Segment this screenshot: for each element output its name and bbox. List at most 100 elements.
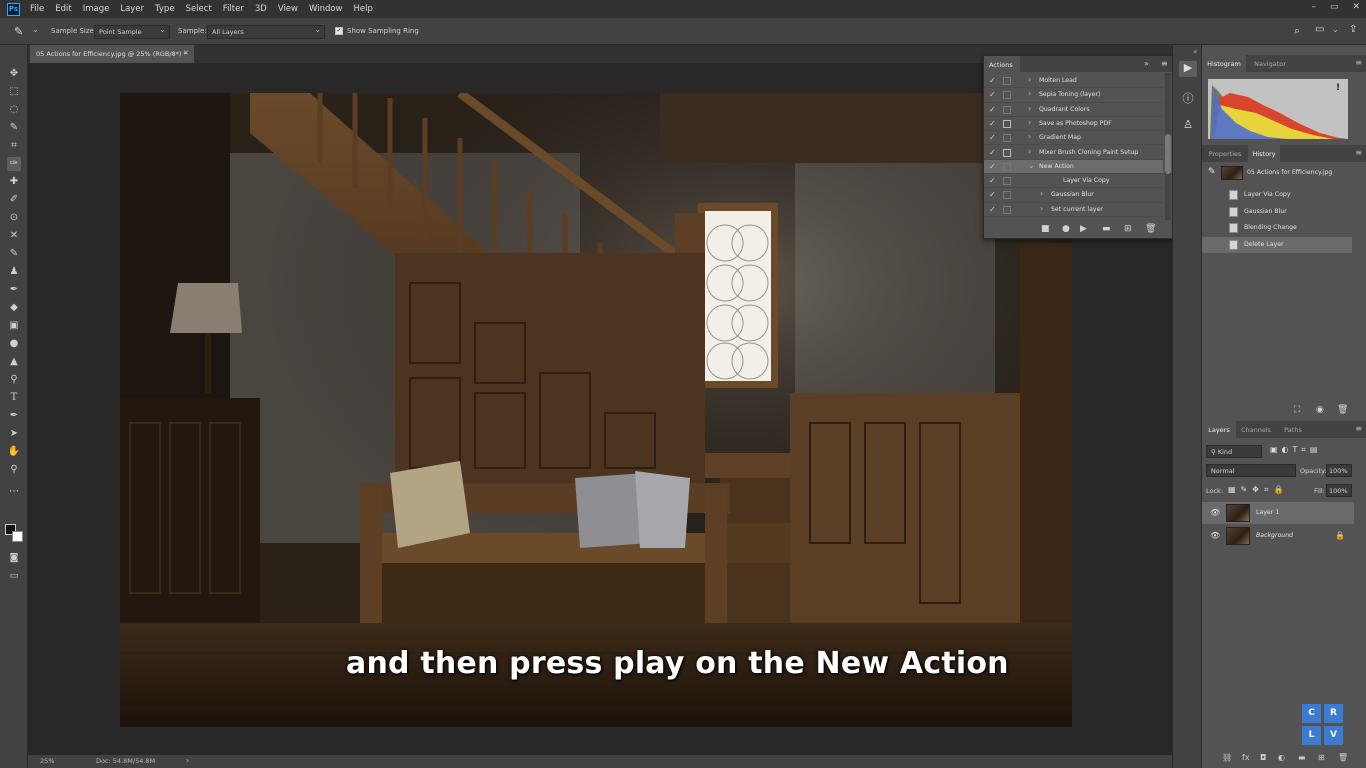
workspace-chevron-icon[interactable]: ⌄ — [1332, 25, 1339, 34]
expand-chevron-icon[interactable]: › — [1040, 189, 1043, 198]
status-menu-chevron-icon[interactable]: › — [186, 756, 189, 765]
menu-edit[interactable]: Edit — [55, 4, 71, 14]
layer-mask-icon[interactable]: ◘ — [1260, 753, 1266, 762]
dialog-toggle[interactable] — [1003, 191, 1011, 200]
histogram-menu-icon[interactable]: ≡ — [1355, 58, 1362, 67]
group-folder-icon[interactable]: ▬ — [1298, 753, 1306, 762]
path-selection-tool-icon[interactable]: ➤ — [7, 427, 21, 441]
collapse-panel-icon[interactable]: » — [1144, 59, 1149, 68]
dialog-toggle[interactable] — [1003, 119, 1011, 128]
menu-type[interactable]: Type — [155, 4, 175, 14]
expand-chevron-icon[interactable]: › — [1040, 204, 1043, 213]
actions-play-icon[interactable]: ▶ — [1179, 61, 1197, 77]
sharpen-tool-icon[interactable]: ▲ — [7, 355, 21, 369]
history-state[interactable]: Gaussian Blur — [1202, 204, 1352, 221]
expand-strip-icon[interactable]: « — [1193, 48, 1197, 56]
menu-window[interactable]: Window — [309, 4, 343, 14]
share-icon[interactable]: ⇪ — [1349, 24, 1357, 35]
visibility-eye-icon[interactable]: 👁 — [1210, 508, 1220, 517]
action-enabled-check-icon[interactable]: ✓ — [989, 176, 996, 185]
opacity-input[interactable]: 100% — [1326, 464, 1352, 477]
action-enabled-check-icon[interactable]: ✓ — [989, 105, 996, 114]
search-icon[interactable]: ⌕ — [1294, 24, 1300, 38]
dialog-toggle[interactable] — [1003, 162, 1011, 171]
tool-preset-chevron-icon[interactable]: ⌄ — [32, 25, 39, 34]
action-enabled-check-icon[interactable]: ✓ — [989, 190, 996, 199]
link-layers-icon[interactable]: ⛓ — [1222, 753, 1232, 762]
history-brush-source-icon[interactable]: ✎ — [1208, 167, 1216, 177]
dialog-toggle[interactable] — [1003, 77, 1011, 85]
brush-tool-icon[interactable]: ✐ — [7, 193, 21, 207]
zoom-tool-icon[interactable]: ⚲ — [7, 463, 21, 477]
crop-tool-icon[interactable]: ⌗ — [7, 139, 21, 153]
lock-icon[interactable]: 🔒 — [1335, 531, 1345, 540]
hand-tool-icon[interactable]: ✋ — [7, 445, 21, 459]
visibility-eye-icon[interactable]: 👁 — [1210, 531, 1220, 540]
expand-chevron-icon[interactable]: › — [1028, 147, 1031, 156]
dialog-toggle[interactable] — [1003, 134, 1011, 143]
new-layer-icon[interactable]: ⊞ — [1318, 753, 1325, 762]
action-enabled-check-icon[interactable]: ✓ — [989, 90, 996, 99]
action-row[interactable]: ✓ Layer Via Copy — [984, 174, 1163, 189]
history-state[interactable]: Blending Change — [1202, 220, 1352, 237]
play-selection-icon[interactable]: ▶ — [1080, 224, 1087, 234]
close-tab-icon[interactable]: ✕ — [183, 49, 189, 57]
stamp-tool-icon[interactable]: ♟ — [7, 265, 21, 279]
new-snapshot-icon[interactable]: ⛶ — [1294, 405, 1300, 415]
dialog-toggle[interactable] — [1003, 177, 1011, 186]
menu-view[interactable]: View — [278, 4, 298, 14]
document-image[interactable] — [120, 93, 1072, 727]
lock-icons[interactable]: ▦✎✥⌗🔒 — [1228, 485, 1288, 495]
quick-mask-icon[interactable]: ◙ — [7, 551, 21, 565]
tab-navigator[interactable]: Navigator — [1248, 55, 1292, 72]
menu-3d[interactable]: 3D — [255, 4, 267, 14]
tab-layers[interactable]: Layers — [1202, 421, 1236, 438]
record-icon[interactable]: ● — [1062, 224, 1070, 234]
fx-icon[interactable]: fx — [1242, 753, 1250, 762]
info-icon[interactable]: ⓘ — [1179, 90, 1197, 106]
move-tool-icon[interactable]: ✥ — [7, 67, 21, 81]
marquee-tool-icon[interactable]: ⬚ — [7, 85, 21, 99]
dialog-toggle[interactable] — [1003, 91, 1011, 100]
action-row[interactable]: ✓ › Set current layer — [984, 203, 1163, 217]
workspace-icon[interactable]: ▭ — [1315, 24, 1324, 35]
document-tab[interactable]: 05 Actions for Efficiency.jpg @ 25% (RGB… — [30, 45, 194, 63]
layer-filter-icons[interactable]: ▣◐T⌗▤ — [1270, 445, 1322, 455]
expand-chevron-icon[interactable]: › — [1028, 104, 1031, 113]
tab-histogram[interactable]: Histogram — [1202, 55, 1246, 72]
action-row[interactable]: ✓ › Quadrant Colors — [984, 103, 1163, 117]
stop-recording-icon[interactable]: ■ — [1041, 224, 1050, 234]
menu-file[interactable]: File — [30, 4, 44, 14]
action-row[interactable]: ✓ › Sepia Toning (layer) — [984, 88, 1163, 103]
sample-size-select[interactable]: Point Sample — [94, 25, 170, 39]
eyedropper-icon[interactable]: ✎ — [14, 25, 23, 38]
camera-icon[interactable]: ◉ — [1316, 405, 1324, 415]
minimize-icon[interactable]: – — [1311, 2, 1316, 12]
history-state[interactable]: Layer Via Copy — [1202, 187, 1352, 204]
tab-properties[interactable]: Properties — [1202, 145, 1248, 162]
type-tool-icon[interactable]: T — [7, 391, 21, 405]
delete-action-icon[interactable]: 🗑 — [1145, 224, 1156, 234]
layers-menu-icon[interactable]: ≡ — [1355, 424, 1362, 433]
actions-scrollbar-thumb[interactable] — [1165, 134, 1171, 174]
menu-help[interactable]: Help — [354, 4, 373, 14]
restore-icon[interactable]: ▭ — [1330, 2, 1339, 12]
lasso-tool-icon[interactable]: ◌ — [7, 103, 21, 117]
action-enabled-check-icon[interactable]: ✓ — [989, 148, 996, 157]
zoom-level[interactable]: 25% — [40, 757, 54, 765]
close-window-icon[interactable]: ✕ — [1352, 2, 1360, 12]
actions-tab[interactable]: Actions — [984, 56, 1020, 72]
eraser-tool-icon[interactable]: ✎ — [7, 247, 21, 261]
menu-filter[interactable]: Filter — [223, 4, 244, 14]
background-color-swatch[interactable] — [12, 531, 23, 542]
collapse-chevron-icon[interactable]: ⌄ — [1028, 161, 1035, 170]
action-enabled-check-icon[interactable]: ✓ — [989, 162, 996, 171]
fill-input[interactable]: 100% — [1326, 484, 1352, 497]
healing-brush-tool-icon[interactable]: ✚ — [7, 175, 21, 189]
more-tools-icon[interactable]: ⋯ — [7, 485, 21, 499]
tab-channels[interactable]: Channels — [1236, 421, 1276, 438]
actions-menu-icon[interactable]: ≡ — [1161, 59, 1168, 68]
blur-tool-icon[interactable]: ● — [7, 337, 21, 351]
eraser-alt-tool-icon[interactable]: ◆ — [7, 301, 21, 315]
adjustment-layer-icon[interactable]: ◐ — [1278, 753, 1285, 762]
